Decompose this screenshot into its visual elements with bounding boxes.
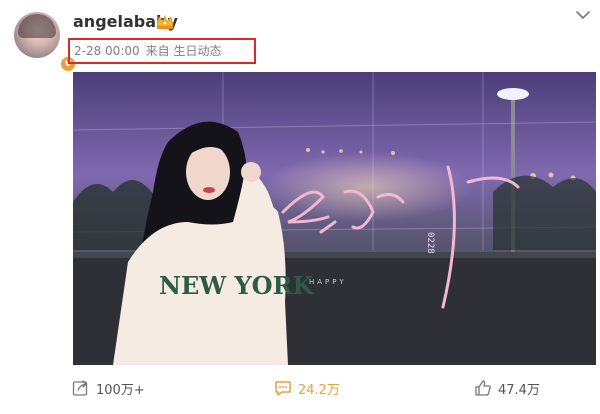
happy-text: HAPPY xyxy=(309,278,347,286)
like-count: 47.4万 xyxy=(498,382,540,398)
post-timestamp[interactable]: 2-28 00:00 xyxy=(74,44,140,58)
avatar-image xyxy=(18,14,56,38)
comment-button[interactable]: 24.2万 xyxy=(274,378,340,398)
like-button[interactable]: 47.4万 xyxy=(474,378,540,398)
vertical-date-text: 0228 xyxy=(425,232,435,254)
forward-icon xyxy=(72,380,88,396)
comment-icon xyxy=(275,381,291,396)
crown-icon xyxy=(156,14,174,29)
post-meta-highlight: 2-28 00:00 来自 生日动态 xyxy=(68,38,256,64)
thumbs-up-icon xyxy=(475,380,491,396)
action-bar: 100万+ 24.2万 47.4万 xyxy=(0,372,600,414)
comment-count: 24.2万 xyxy=(298,382,340,398)
jersey-text: NEW YORK xyxy=(159,271,315,300)
source-prefix: 来自 xyxy=(145,44,170,58)
forward-button[interactable]: 100万+ xyxy=(72,378,145,398)
post-image[interactable]: NEW YORK 0228 HAPPY xyxy=(73,72,596,365)
post-source[interactable]: 生日动态 xyxy=(173,44,221,58)
forward-count: 100万+ xyxy=(96,382,145,398)
avatar[interactable]: v xyxy=(14,12,77,73)
chevron-down-icon[interactable] xyxy=(576,10,590,20)
